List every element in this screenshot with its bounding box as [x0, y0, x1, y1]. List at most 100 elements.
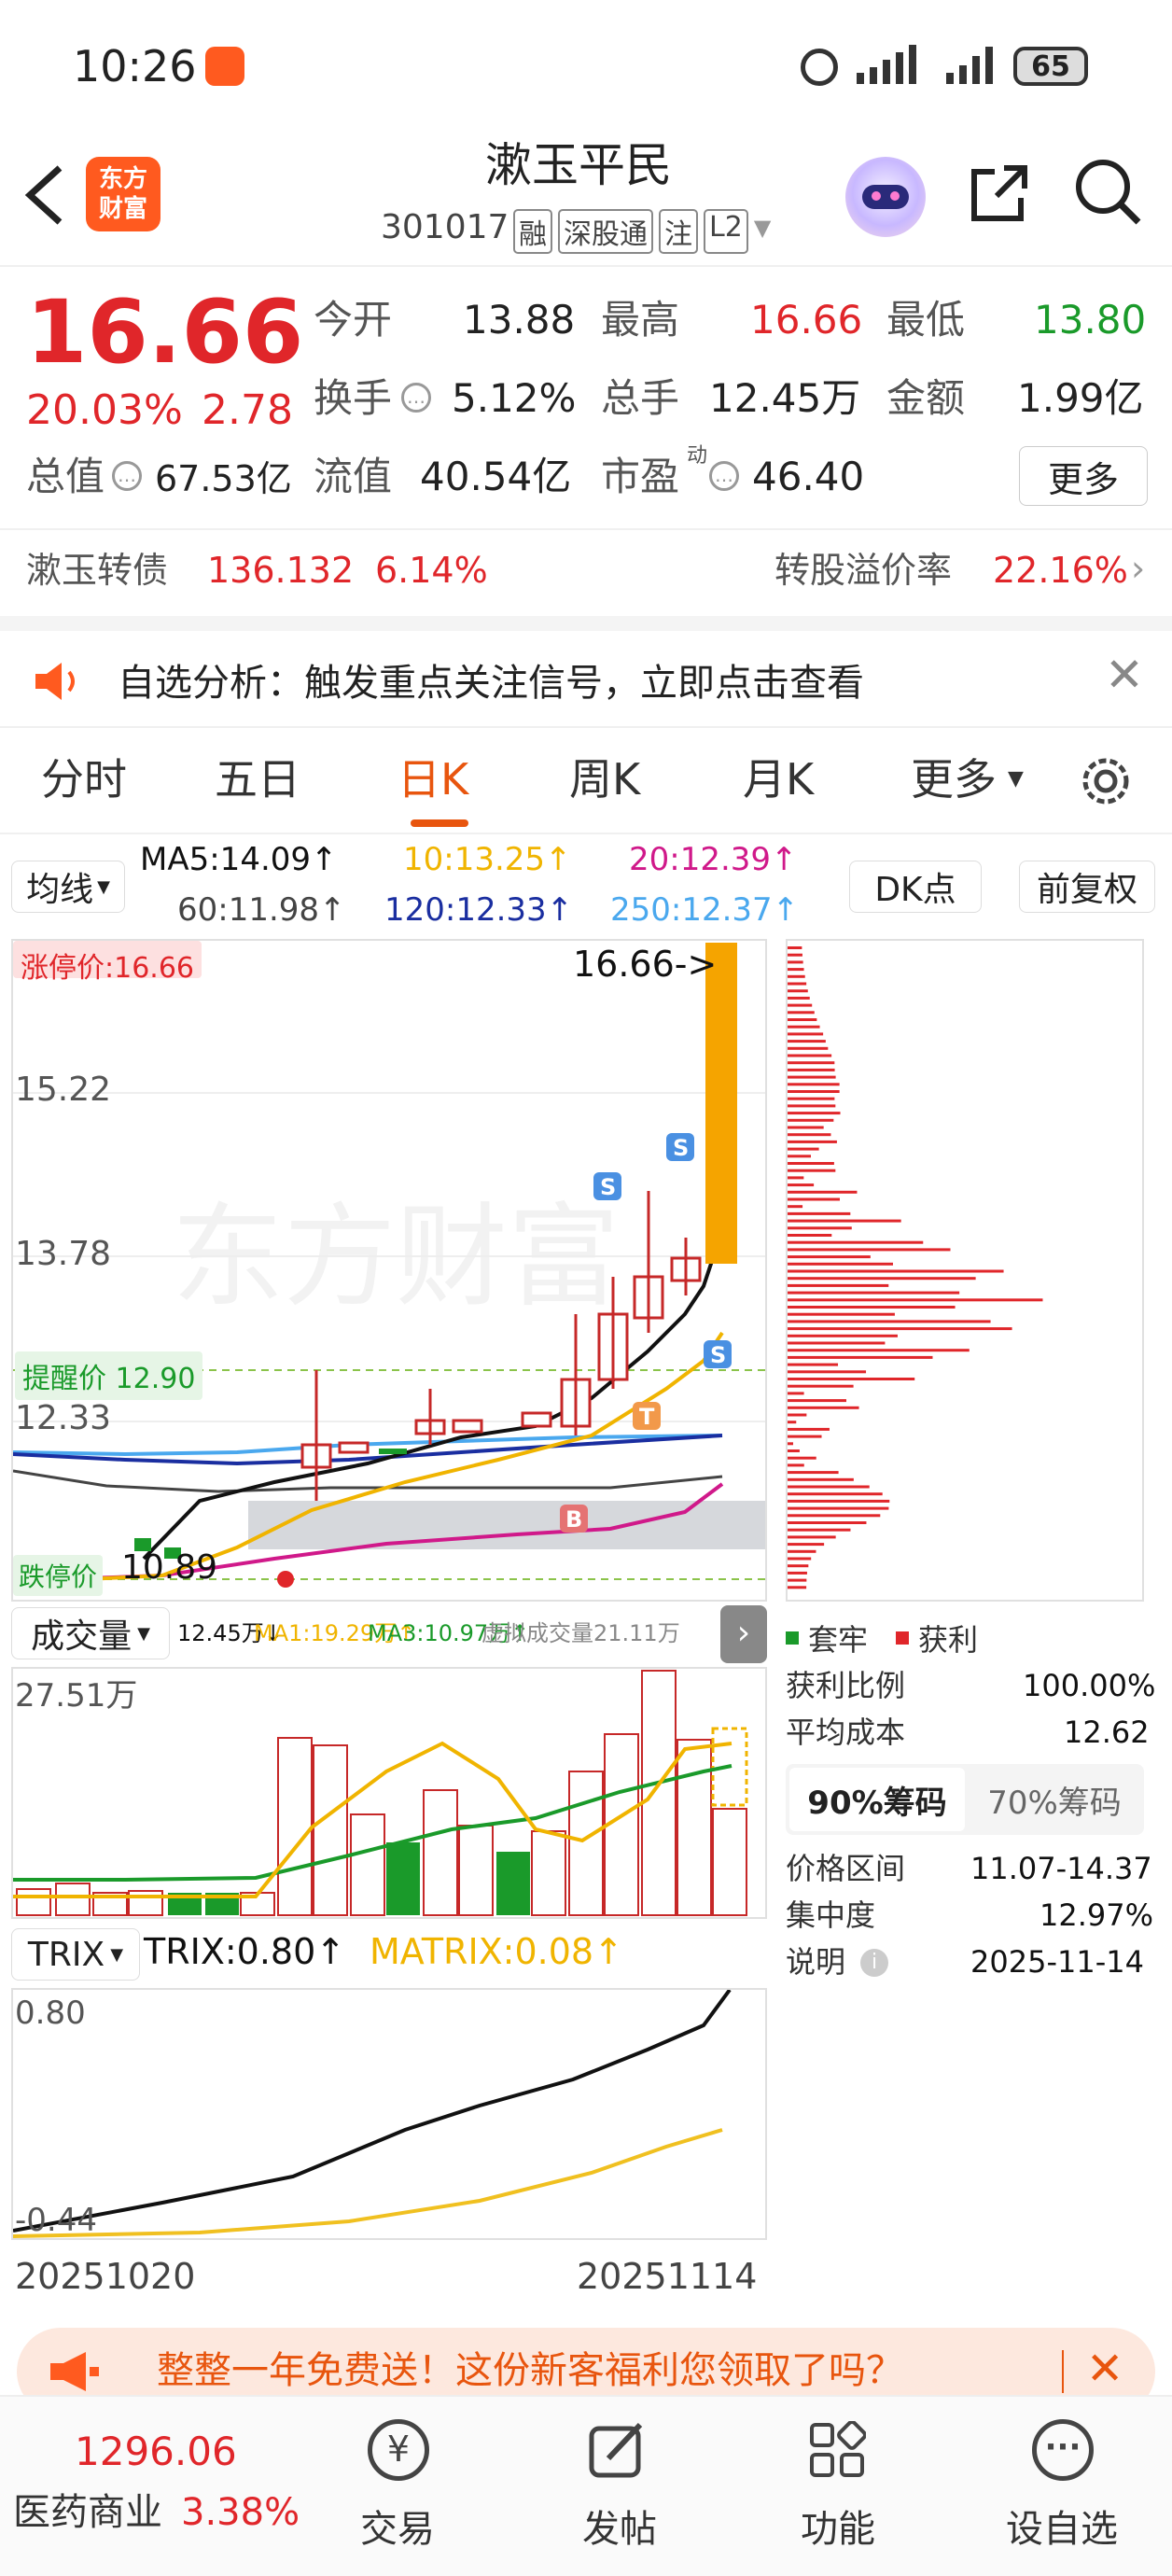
info-icon[interactable]: i	[860, 1949, 888, 1977]
promo-close-icon[interactable]: ✕	[1086, 2346, 1123, 2391]
tab-chip-70[interactable]: 70%筹码	[969, 1768, 1140, 1831]
signal-icon	[853, 45, 928, 86]
price-pointer: 16.66->	[573, 944, 718, 985]
open-value: 13.88	[463, 297, 576, 343]
search-icon[interactable]	[1073, 157, 1144, 228]
matrix-value: MATRIX:0.08↑	[370, 1931, 623, 1972]
tab-5day[interactable]: 五日	[215, 758, 300, 801]
trix-top-label: 0.80	[15, 1995, 86, 2032]
tab-chip-90[interactable]: 90%筹码	[789, 1768, 965, 1831]
ma10-label: 10:13.25↑	[403, 841, 572, 878]
robot-avatar-icon[interactable]	[845, 157, 926, 237]
info-dots-icon-3[interactable]: …	[709, 461, 739, 491]
chip-bar	[788, 1219, 901, 1223]
stock-title: 漱玉平民	[485, 138, 672, 192]
ma120-label: 120:12.33↑	[384, 891, 574, 929]
concentration-label: 集中度	[786, 1897, 876, 1933]
tab-daily-k[interactable]: 日K	[398, 758, 468, 801]
chip-bar	[788, 1327, 1012, 1331]
chip-bar	[788, 968, 804, 972]
nav-functions[interactable]: 功能	[782, 2415, 894, 2565]
convertible-bond-row[interactable]: 漱玉转债 136.132 6.14% 转股溢价率 22.16% ›	[0, 530, 1172, 616]
chip-bar	[788, 1571, 807, 1575]
info-dots-icon-2[interactable]: …	[112, 461, 142, 491]
chip-bar	[788, 1413, 807, 1417]
chip-bar	[788, 1557, 812, 1561]
chip-bar	[788, 1205, 803, 1209]
nav-post[interactable]: 发帖	[564, 2415, 676, 2565]
tab-more[interactable]: 更多	[911, 758, 997, 801]
ma-selector[interactable]: 均线 ▼	[11, 861, 125, 913]
svg-text:S: S	[600, 1174, 616, 1200]
tab-weekly-k[interactable]: 周K	[569, 758, 640, 801]
svg-text:S: S	[673, 1135, 689, 1161]
avg-cost-label: 平均成本	[786, 1715, 906, 1750]
chip-distribution-chart[interactable]	[786, 939, 1144, 1602]
settings-gear-icon[interactable]	[1075, 750, 1137, 812]
ma60-label: 60:11.98↑	[177, 891, 346, 929]
trix-selector[interactable]: TRIX ▼	[11, 1928, 140, 1981]
low-label: 最低	[886, 297, 966, 343]
chip-bar	[788, 1543, 825, 1547]
more-dropdown-icon: ▼	[1008, 767, 1024, 791]
expand-arrow-button[interactable]: ›	[720, 1605, 767, 1663]
chip-bar	[788, 996, 810, 1000]
battery-icon: 65	[1013, 47, 1088, 86]
nav-trade[interactable]: ¥ 交易	[345, 2415, 457, 2565]
index-pct: 3.38%	[181, 2491, 300, 2534]
chip-bar	[788, 1133, 831, 1137]
chip-bar	[788, 1477, 854, 1481]
chip-bar	[788, 1018, 817, 1021]
chip-bar	[788, 1248, 951, 1252]
eastmoney-logo[interactable]: 东方 财富	[86, 157, 160, 231]
logo-line1: 东方	[98, 165, 147, 193]
info-dots-icon[interactable]: …	[401, 383, 431, 413]
chip-legend: 套牢 获利	[786, 1617, 978, 1659]
chip-bar	[788, 1406, 859, 1409]
amount-label: 金额	[886, 375, 966, 421]
index-ticker[interactable]: 1296.06 医药商业 3.38%	[0, 2397, 300, 2576]
logo-line2: 财富	[98, 195, 147, 223]
premium-label: 转股溢价率	[774, 550, 953, 591]
promo-text: 整整一年免费送！这份新客福利您领取了吗？	[157, 2349, 903, 2392]
chip-bar	[788, 1427, 830, 1431]
chip-bar	[788, 1341, 886, 1345]
close-icon[interactable]: ✕	[1105, 651, 1144, 698]
chip-bar	[788, 1312, 895, 1316]
kline-chart[interactable]: 东方财富 S S S T B	[11, 939, 767, 1602]
chip-bar	[788, 1586, 807, 1589]
chip-bar	[788, 1011, 815, 1015]
nav-add-watchlist[interactable]: ··· 设自选	[993, 2415, 1133, 2565]
share-icon[interactable]	[967, 161, 1032, 226]
alarm-icon	[801, 49, 838, 86]
analysis-notice-bar[interactable]: 自选分析：触发重点关注信号，立即点击查看 ✕	[0, 631, 1172, 724]
concentration-value: 12.97%	[1039, 1897, 1154, 1933]
tag-l2: L2	[704, 209, 748, 254]
premium-value: 22.16%	[993, 550, 1128, 591]
chip-bar	[788, 960, 803, 964]
tag-hk-connect: 深股通	[558, 209, 653, 254]
tab-intraday[interactable]: 分时	[41, 758, 127, 801]
more-button[interactable]: 更多	[1019, 446, 1148, 506]
nav-trade-label: 交易	[360, 2508, 435, 2551]
chip-bar	[788, 1147, 819, 1151]
tab-monthly-k[interactable]: 月K	[743, 758, 814, 801]
chip-bar	[788, 1399, 846, 1403]
chip-bar	[788, 1162, 834, 1165]
volume-selector[interactable]: 成交量 ▼	[11, 1607, 170, 1659]
chip-bar	[788, 1112, 841, 1115]
remind-price-label: 提醒价 12.90	[15, 1351, 203, 1400]
dropdown-triangle-icon[interactable]: ▼	[754, 209, 771, 254]
chip-bar	[788, 1025, 820, 1029]
mktcap-label: 总值	[26, 454, 105, 499]
chevron-right-icon: ›	[1131, 548, 1146, 589]
dk-point-button[interactable]: DK点	[849, 861, 982, 913]
chip-bar	[788, 1169, 836, 1172]
tag-margin: 融	[513, 209, 552, 254]
more-dots-icon: ···	[1032, 2419, 1094, 2481]
chip-bar	[788, 1032, 824, 1036]
tag-registration: 注	[659, 209, 698, 254]
back-arrow-icon[interactable]	[21, 162, 67, 228]
forward-adjust-button[interactable]: 前复权	[1019, 861, 1155, 913]
chip-bar	[788, 982, 807, 986]
